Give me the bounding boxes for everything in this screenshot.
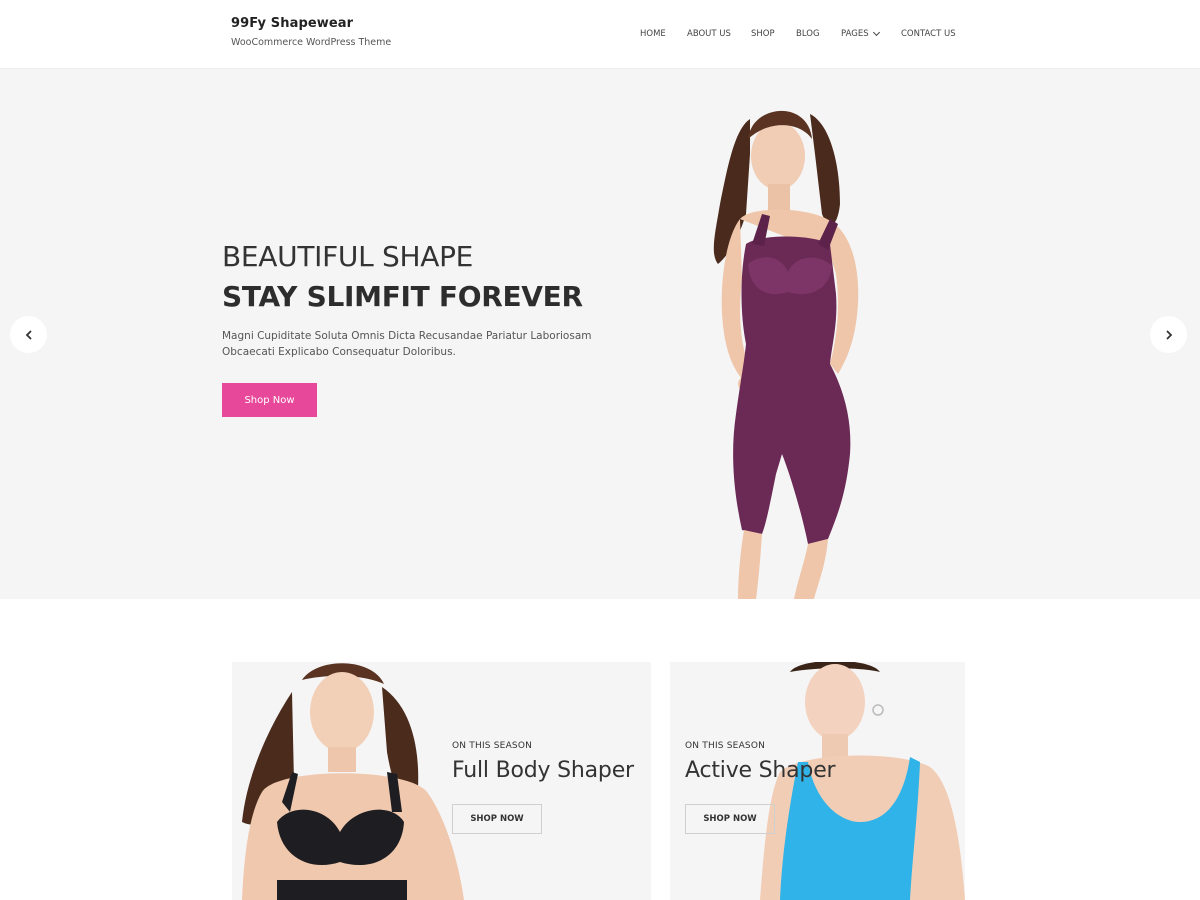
hero-heading-line2: STAY SLIMFIT FOREVER — [222, 280, 583, 313]
feature-card-full-body-shaper[interactable]: ON THIS SEASON Full Body Shaper SHOP NOW — [232, 662, 651, 900]
nav-pages-label: PAGES — [841, 29, 869, 39]
hero-shop-now-button[interactable]: Shop Now — [222, 383, 317, 417]
chevron-left-icon — [25, 330, 31, 339]
hero-slider: BEAUTIFUL SHAPE STAY SLIMFIT FOREVER Mag… — [0, 69, 1200, 599]
card-eyebrow: ON THIS SEASON — [452, 741, 533, 751]
chevron-right-icon — [1166, 330, 1172, 339]
nav-shop[interactable]: SHOP — [751, 29, 775, 39]
nav-home[interactable]: HOME — [640, 29, 666, 39]
nav-about-us[interactable]: ABOUT US — [687, 29, 731, 39]
feature-card-active-shaper[interactable]: ON THIS SEASON Active Shaper SHOP NOW — [670, 662, 965, 900]
slider-next-button[interactable] — [1150, 316, 1187, 353]
brand[interactable]: 99Fy Shapewear WooCommerce WordPress The… — [231, 16, 391, 48]
hero-description: Magni Cupiditate Soluta Omnis Dicta Recu… — [222, 330, 592, 358]
nav-pages[interactable]: PAGES — [841, 28, 880, 39]
nav-blog[interactable]: BLOG — [796, 29, 820, 39]
nav-contact-us[interactable]: CONTACT US — [901, 29, 956, 39]
hero-heading-line1: BEAUTIFUL SHAPE — [222, 240, 474, 273]
card-shop-now-button[interactable]: SHOP NOW — [685, 804, 775, 834]
chevron-down-icon — [872, 28, 880, 37]
card-eyebrow: ON THIS SEASON — [685, 741, 766, 751]
card-title: Full Body Shaper — [452, 758, 634, 783]
site-tagline: WooCommerce WordPress Theme — [231, 37, 392, 48]
card-title: Active Shaper — [685, 758, 836, 783]
site-title[interactable]: 99Fy Shapewear — [231, 16, 391, 31]
site-header: 99Fy Shapewear WooCommerce WordPress The… — [0, 0, 1200, 69]
slider-prev-button[interactable] — [10, 316, 47, 353]
hero-model-image — [713, 110, 859, 599]
card-shop-now-button[interactable]: SHOP NOW — [452, 804, 542, 834]
